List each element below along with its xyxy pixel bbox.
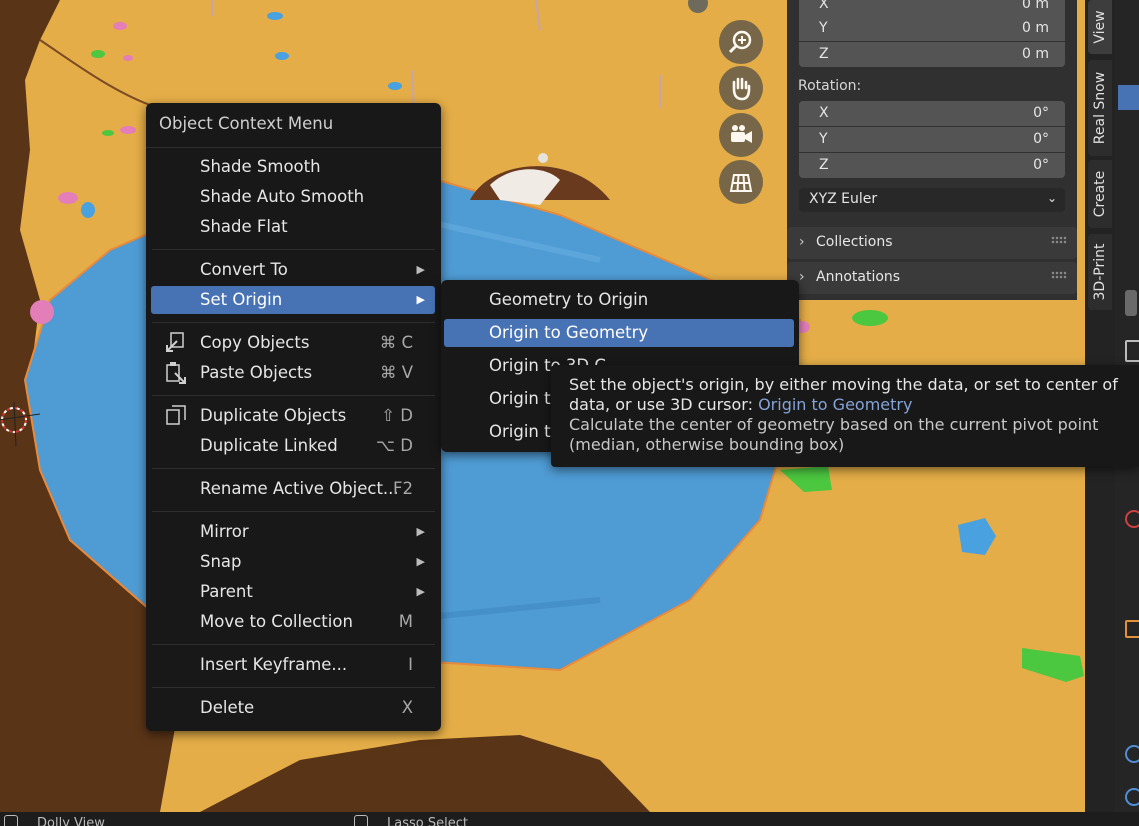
menu-title: Object Context Menu <box>159 114 334 133</box>
menu-item-duplicate-objects[interactable]: Duplicate Objects ⇧ D <box>151 402 435 430</box>
collections-label: Collections <box>816 234 893 250</box>
menu-item-insert-keyframe[interactable]: Insert Keyframe... I <box>151 651 435 679</box>
submenu-arrow-icon: ▶ <box>416 585 425 598</box>
operator-tooltip: Set the object's origin, by either movin… <box>551 365 1139 467</box>
copy-icon <box>165 331 184 352</box>
tab-3d-print[interactable]: 3D-Print <box>1088 234 1112 310</box>
menu-item-set-origin[interactable]: Set Origin ▶ <box>151 286 435 314</box>
menu-item-paste-objects[interactable]: Paste Objects ⌘ V <box>151 359 435 387</box>
submenu-arrow-icon: ▶ <box>416 555 425 568</box>
menu-item-shade-smooth[interactable]: Shade Smooth <box>151 153 435 181</box>
constraint-icon[interactable] <box>1125 620 1139 638</box>
duplicate-icon <box>165 404 186 425</box>
menu-item-shade-auto-smooth[interactable]: Shade Auto Smooth <box>151 183 435 211</box>
menu-item-rename-active-object[interactable]: Rename Active Object... F2 <box>151 475 435 503</box>
menu-item-shade-flat[interactable]: Shade Flat <box>151 213 435 241</box>
rotation-x-field[interactable]: X 0° <box>799 101 1065 126</box>
chevron-down-icon: ⌄ <box>1046 191 1057 205</box>
annotations-panel-header[interactable]: › Annotations <box>787 262 1077 294</box>
particles-icon[interactable] <box>1125 745 1139 763</box>
object-icon[interactable] <box>1125 340 1139 362</box>
menu-item-copy-objects[interactable]: Copy Objects ⌘ C <box>151 329 435 357</box>
drag-grip-icon[interactable] <box>1051 236 1067 244</box>
location-x-field[interactable]: X0 m <box>799 0 1065 17</box>
object-context-menu: Object Context Menu Shade Smooth Shade A… <box>146 103 441 731</box>
location-y-field[interactable]: Y0 m <box>799 16 1065 41</box>
submenu-item-geometry-to-origin[interactable]: Geometry to Origin <box>444 286 794 314</box>
active-properties-tab[interactable] <box>1118 85 1139 110</box>
menu-item-move-to-collection[interactable]: Move to Collection M <box>151 608 435 636</box>
rotation-mode-value: XYZ Euler <box>809 191 878 207</box>
status-bar: Dolly View Lasso Select <box>0 812 1139 826</box>
submenu-arrow-icon: ▶ <box>416 293 425 306</box>
paste-icon <box>165 361 186 384</box>
menu-item-mirror[interactable]: Mirror ▶ <box>151 518 435 546</box>
submenu-item-origin-to-geometry[interactable]: Origin to Geometry <box>444 319 794 347</box>
tab-create[interactable]: Create <box>1088 160 1112 228</box>
tooltip-detail: Calculate the center of geometry based o… <box>569 415 1099 454</box>
rotation-y-field[interactable]: Y 0° <box>799 127 1065 152</box>
menu-item-delete[interactable]: Delete X <box>151 694 435 722</box>
chevron-right-icon: › <box>799 234 805 250</box>
ortho-grid-icon[interactable] <box>719 160 763 204</box>
submenu-arrow-icon: ▶ <box>416 525 425 538</box>
world-icon[interactable] <box>1125 788 1139 806</box>
menu-item-snap[interactable]: Snap ▶ <box>151 548 435 576</box>
chevron-right-icon: › <box>799 269 805 285</box>
mouse-middle-icon <box>354 815 368 826</box>
rotation-mode-dropdown[interactable]: XYZ Euler ⌄ <box>799 188 1065 212</box>
tool-icon[interactable] <box>1125 290 1137 316</box>
annotations-label: Annotations <box>816 269 901 285</box>
collections-panel-header[interactable]: › Collections <box>787 227 1077 259</box>
drag-grip-icon[interactable] <box>1051 271 1067 279</box>
tooltip-operator-name: Origin to Geometry <box>758 395 913 414</box>
zoom-icon[interactable] <box>719 20 763 64</box>
menu-item-duplicate-linked[interactable]: Duplicate Linked ⌥ D <box>151 432 435 460</box>
rotation-label: Rotation: <box>798 78 862 94</box>
menu-item-convert-to[interactable]: Convert To ▶ <box>151 256 435 284</box>
menu-item-parent[interactable]: Parent ▶ <box>151 578 435 606</box>
tab-view[interactable]: View <box>1088 0 1112 54</box>
physics-icon[interactable] <box>1125 510 1139 528</box>
status-middle-text: Lasso Select <box>387 816 468 826</box>
rotation-z-field[interactable]: Z 0° <box>799 153 1065 178</box>
hand-pan-icon[interactable] <box>719 66 763 110</box>
status-left-text: Dolly View <box>37 816 105 826</box>
tab-real-snow[interactable]: Real Snow <box>1088 60 1112 156</box>
camera-icon[interactable] <box>719 113 763 157</box>
submenu-arrow-icon: ▶ <box>416 263 425 276</box>
mouse-left-icon <box>4 815 18 826</box>
location-z-field[interactable]: Z0 m <box>799 42 1065 67</box>
